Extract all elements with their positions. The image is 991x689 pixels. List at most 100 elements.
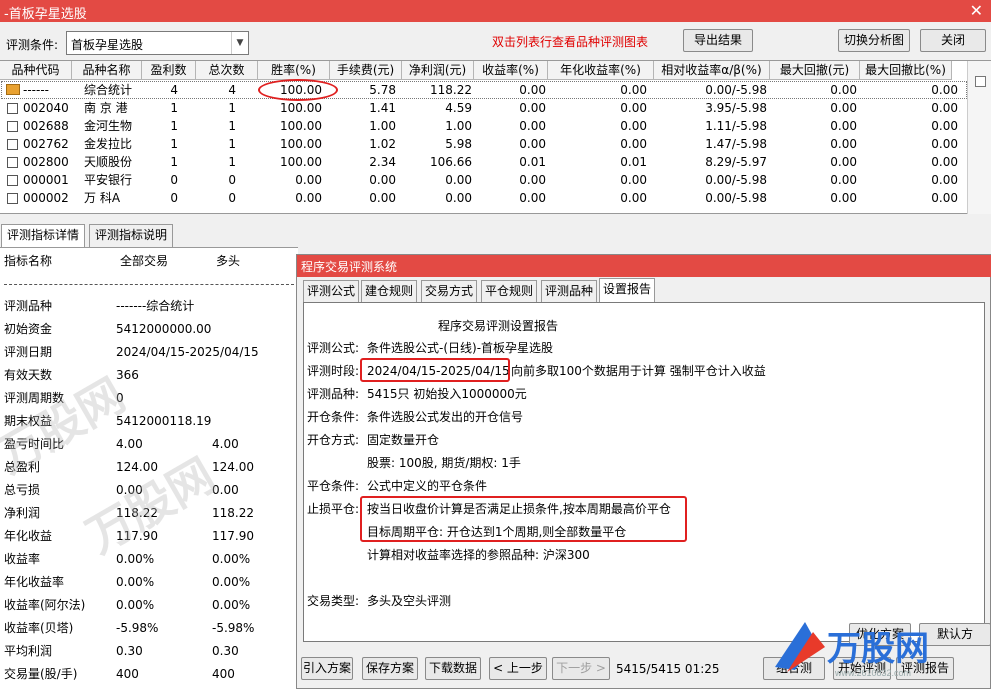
close-button[interactable]: 关闭 xyxy=(920,29,986,52)
cell-value: 0.00 xyxy=(931,83,958,97)
column-header[interactable]: 胜率(%) xyxy=(258,61,330,80)
details-header-long: 多头 xyxy=(216,254,241,268)
row-checkbox[interactable] xyxy=(7,193,18,204)
detail-value: 4.00 xyxy=(116,437,143,451)
tab-report-settings[interactable]: 设置报告 xyxy=(599,278,656,302)
cell-value: 0.00 xyxy=(519,191,546,205)
tab-open-rule[interactable]: 建仓规则 xyxy=(361,280,418,302)
report-panel: 程序交易评测设置报告 评测公式: 条件选股公式-(日线)-首板孕星选股 评测时段… xyxy=(303,302,985,642)
table-scrollbar[interactable] xyxy=(967,61,991,214)
cell-value: 0.00 xyxy=(620,191,647,205)
detail-label: 交易量(股/手) xyxy=(4,667,78,681)
column-header[interactable]: 手续费(元) xyxy=(330,61,402,80)
open-mode-value: 固定数量开仓 xyxy=(367,433,440,447)
detail-label: 有效天数 xyxy=(4,368,53,382)
tab-formula[interactable]: 评测公式 xyxy=(303,280,360,302)
open-mode-label: 开仓方式: xyxy=(307,433,360,447)
cell-value: 1 xyxy=(228,119,236,133)
summary-folder-icon[interactable] xyxy=(6,84,20,95)
period-highlight xyxy=(360,358,510,382)
detail-value: -5.98% xyxy=(212,621,255,635)
switch-chart-button[interactable]: 切换分析图 xyxy=(838,29,910,52)
tab-variety[interactable]: 评测品种 xyxy=(541,280,598,302)
column-header[interactable]: 盈利数 xyxy=(142,61,196,80)
detail-value: 400 xyxy=(116,667,139,681)
variety-value: 5415只 初始投入1000000元 xyxy=(367,387,527,401)
cell-value: 0.00/-5.98 xyxy=(705,191,767,205)
dialog-titlebar: 程序交易评测系统 xyxy=(297,255,991,277)
detail-value: 0.00 xyxy=(116,483,143,497)
cell-code: 000001 xyxy=(23,173,69,187)
chevron-down-icon[interactable]: ▼ xyxy=(231,32,248,54)
window-title: -首板孕星选股 xyxy=(4,7,87,22)
column-header[interactable]: 净利润(元) xyxy=(402,61,474,80)
column-header[interactable]: 品种代码 xyxy=(0,61,72,80)
cell-value: 0.00 xyxy=(830,155,857,169)
save-scheme-button[interactable]: 保存方案 xyxy=(362,657,418,680)
detail-value: 0 xyxy=(116,391,124,405)
logo-url: www.2610832.com xyxy=(834,668,911,678)
detail-value: 118.22 xyxy=(212,506,254,520)
detail-value: 117.90 xyxy=(212,529,254,543)
cell-value: 0 xyxy=(228,173,236,187)
cell-value: 0.00 xyxy=(931,137,958,151)
cell-value: 0.00 xyxy=(830,173,857,187)
close-cond-value: 公式中定义的平仓条件 xyxy=(367,479,488,493)
row-checkbox[interactable] xyxy=(7,175,18,186)
detail-label: 净利润 xyxy=(4,506,41,520)
detail-label: 评测周期数 xyxy=(4,391,65,405)
cell-value: 0.01 xyxy=(620,155,647,169)
period-label: 评测时段: xyxy=(307,364,360,378)
column-header[interactable]: 最大回撤(元) xyxy=(770,61,860,80)
open-cond-label: 开仓条件: xyxy=(307,410,360,424)
tab-trade-mode[interactable]: 交易方式 xyxy=(421,280,478,302)
tab-indicator-details[interactable]: 评测指标详情 xyxy=(1,224,86,247)
cell-value: 0.00 xyxy=(519,173,546,187)
row-checkbox[interactable] xyxy=(7,121,18,132)
column-header[interactable]: 年化收益率(%) xyxy=(548,61,654,80)
detail-label: 收益率(阿尔法) xyxy=(4,598,86,612)
cell-value: 0.00 xyxy=(830,101,857,115)
cell-value: 0.00 xyxy=(620,119,647,133)
open-cond-value: 条件选股公式发出的开仓信号 xyxy=(367,410,524,424)
cell-value: 0.00 xyxy=(931,173,958,187)
import-scheme-button[interactable]: 引入方案 xyxy=(301,657,353,680)
tab-close-rule[interactable]: 平仓规则 xyxy=(481,280,538,302)
formula-label: 评测公式: xyxy=(307,341,360,355)
detail-value: 366 xyxy=(116,368,139,382)
detail-value: 0.30 xyxy=(212,644,239,658)
column-header[interactable]: 收益率(%) xyxy=(474,61,548,80)
export-button[interactable]: 导出结果 xyxy=(683,29,753,52)
detail-label: 收益率 xyxy=(4,552,41,566)
condition-select[interactable]: 首板孕星选股 ▼ xyxy=(66,31,249,55)
detail-label: 评测品种 xyxy=(4,299,53,313)
cell-value: 0.01 xyxy=(519,155,546,169)
next-step-button[interactable]: 下一步 > xyxy=(552,657,610,680)
column-header[interactable]: 相对收益率α/β(%) xyxy=(654,61,770,80)
cell-value: 0.00 xyxy=(931,119,958,133)
tab-indicator-description[interactable]: 评测指标说明 xyxy=(89,224,174,247)
divider xyxy=(4,284,294,285)
progress-status: 5415/5415 01:25 xyxy=(616,662,720,676)
detail-value: 2024/04/15-2025/04/15 xyxy=(116,345,259,359)
row-checkbox[interactable] xyxy=(7,139,18,150)
row-checkbox[interactable] xyxy=(7,103,18,114)
row-checkbox[interactable] xyxy=(7,157,18,168)
window-close-icon[interactable]: ✕ xyxy=(970,1,983,20)
cell-value: 0.00 xyxy=(830,83,857,97)
detail-label: 总亏损 xyxy=(4,483,41,497)
prev-step-button[interactable]: < 上一步 xyxy=(489,657,547,680)
condition-label: 评测条件: xyxy=(6,38,59,52)
variety-label: 评测品种: xyxy=(307,387,360,401)
column-header[interactable]: 品种名称 xyxy=(72,61,142,80)
column-header[interactable]: 最大回撤比(%) xyxy=(860,61,952,80)
cell-value: 0.00 xyxy=(620,173,647,187)
download-data-button[interactable]: 下载数据 xyxy=(425,657,481,680)
column-header[interactable]: 总次数 xyxy=(196,61,258,80)
cell-value: 0.00 xyxy=(931,191,958,205)
detail-label: 总盈利 xyxy=(4,460,41,474)
detail-value: 400 xyxy=(212,667,235,681)
scroll-checkbox[interactable] xyxy=(975,76,986,87)
detail-label: 年化收益 xyxy=(4,529,53,543)
detail-label: 盈亏时间比 xyxy=(4,437,65,451)
